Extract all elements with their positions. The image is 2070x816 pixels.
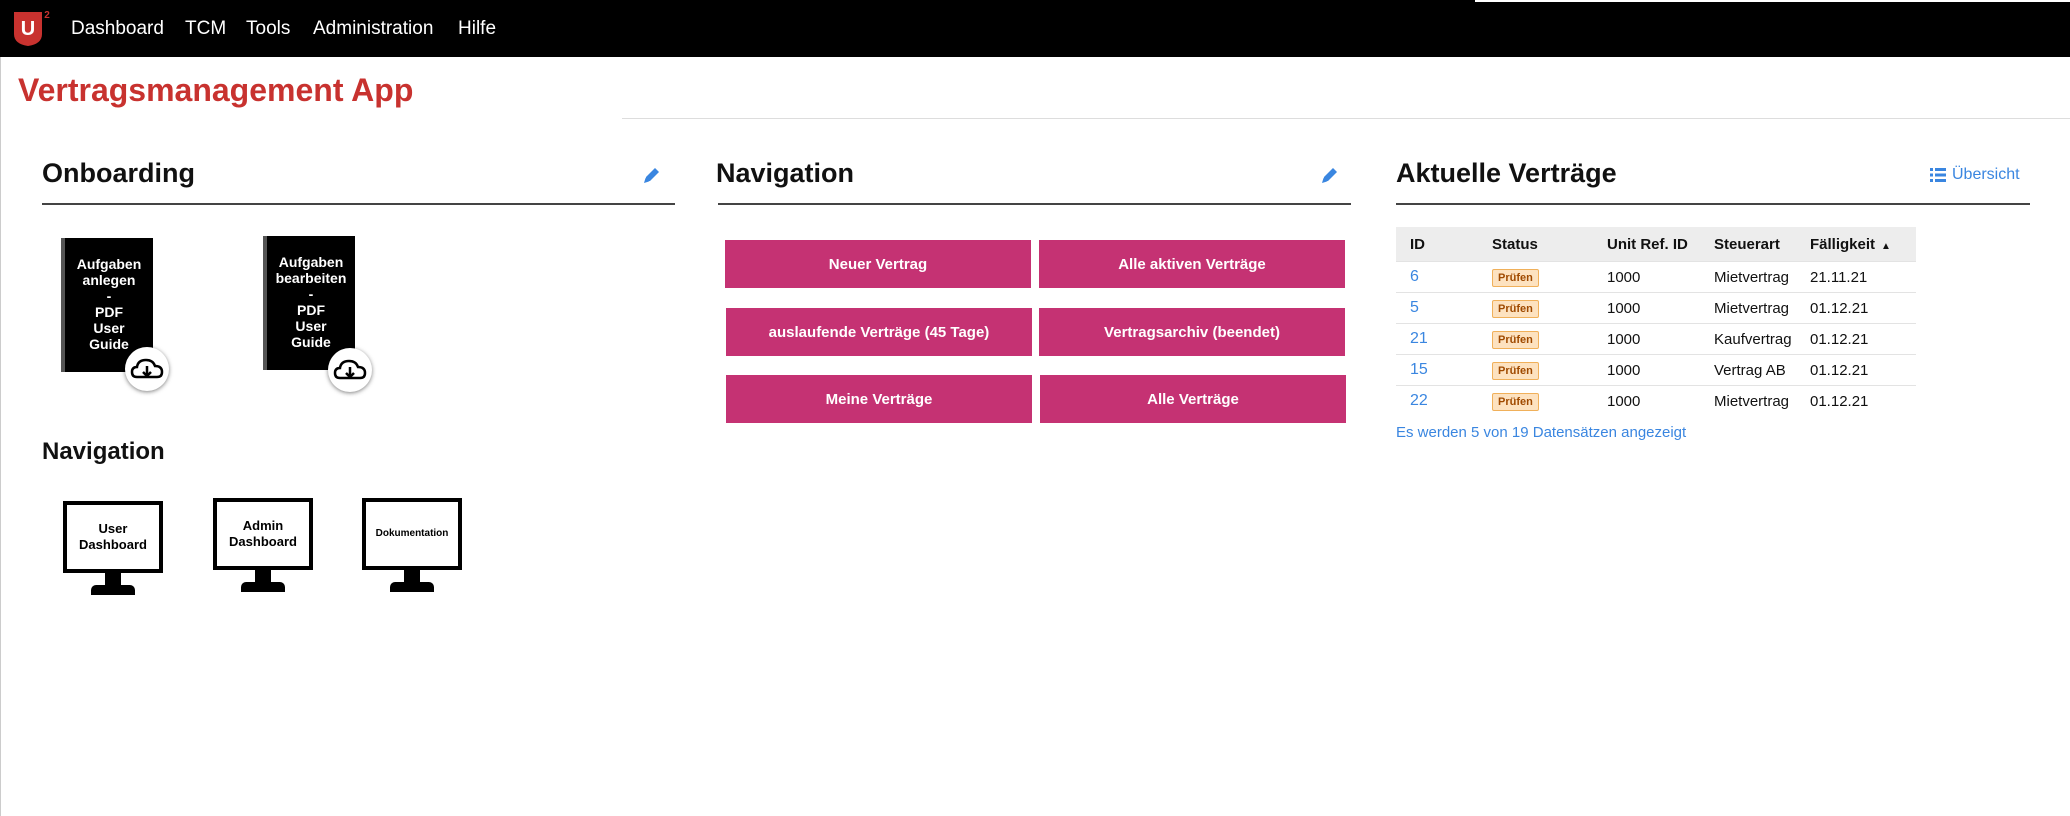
unit-ref-cell: 1000 xyxy=(1593,385,1700,416)
contract-id-link[interactable]: 22 xyxy=(1410,392,1428,409)
tax-type-cell: Mietvertrag xyxy=(1700,261,1796,293)
due-date-cell: 01.12.21 xyxy=(1796,354,1916,386)
col-id[interactable]: ID xyxy=(1396,227,1478,262)
col-unit-ref[interactable]: Unit Ref. ID xyxy=(1593,227,1700,262)
my-contracts-button[interactable]: Meine Verträge xyxy=(726,375,1032,423)
monitor-icon: User Dashboard xyxy=(63,501,163,573)
due-date-cell: 01.12.21 xyxy=(1796,385,1916,416)
pencil-icon[interactable] xyxy=(642,165,662,185)
page-title: Vertragsmanagement App xyxy=(18,72,414,108)
col-status[interactable]: Status xyxy=(1478,227,1593,262)
navigation-subtitle: Navigation xyxy=(42,438,165,465)
status-badge: Prüfen xyxy=(1492,268,1539,287)
user-dashboard-link[interactable]: User Dashboard xyxy=(63,501,163,597)
overview-label[interactable]: Übersicht xyxy=(1952,166,2020,184)
page-border xyxy=(0,57,1,816)
app-logo[interactable]: U 2 xyxy=(12,8,50,46)
table-row[interactable]: 5 Prüfen 1000 Mietvertrag 01.12.21 xyxy=(1396,292,1916,324)
onboarding-title: Onboarding xyxy=(42,158,195,188)
sort-asc-icon[interactable]: ▲ xyxy=(1881,241,1891,252)
status-badge: Prüfen xyxy=(1492,330,1539,349)
tax-type-cell: Mietvertrag xyxy=(1700,385,1796,416)
col-tax-type[interactable]: Steuerart xyxy=(1700,227,1796,262)
table-row[interactable]: 22 Prüfen 1000 Mietvertrag 01.12.21 xyxy=(1396,385,1916,416)
documentation-link[interactable]: Dokumentation xyxy=(362,498,462,594)
table-header-row: ID Status Unit Ref. ID Steuerart Fälligk… xyxy=(1396,227,1916,262)
navigation-title: Navigation xyxy=(716,158,855,188)
active-contracts-button[interactable]: Alle aktiven Verträge xyxy=(1039,240,1345,288)
svg-text:U: U xyxy=(21,18,35,40)
onboarding-divider xyxy=(42,203,675,205)
monitor-icon: Admin Dashboard xyxy=(213,498,313,570)
status-badge: Prüfen xyxy=(1492,392,1539,411)
navigation-divider xyxy=(718,203,1351,205)
nav-administration[interactable]: Administration xyxy=(313,18,433,40)
all-contracts-button[interactable]: Alle Verträge xyxy=(1040,375,1346,423)
cloud-download-icon[interactable] xyxy=(125,347,169,391)
unit-ref-cell: 1000 xyxy=(1593,292,1700,324)
admin-dashboard-link[interactable]: Admin Dashboard xyxy=(213,498,313,594)
navbar-edge xyxy=(1475,0,2070,2)
nav-tools[interactable]: Tools xyxy=(246,18,290,40)
monitor-icon: Dokumentation xyxy=(362,498,462,570)
status-badge: Prüfen xyxy=(1492,299,1539,318)
title-divider xyxy=(622,118,2070,119)
contracts-divider xyxy=(1396,203,2030,205)
expiring-contracts-button[interactable]: auslaufende Verträge (45 Tage) xyxy=(726,308,1032,356)
records-info: Es werden 5 von 19 Datensätzen angezeigt xyxy=(1396,424,1687,441)
table-row[interactable]: 15 Prüfen 1000 Vertrag AB 01.12.21 xyxy=(1396,354,1916,386)
svg-text:2: 2 xyxy=(44,10,50,21)
tax-type-cell: Kaufvertrag xyxy=(1700,323,1796,355)
top-navbar xyxy=(0,0,2070,57)
contract-archive-button[interactable]: Vertragsarchiv (beendet) xyxy=(1039,308,1345,356)
table-row[interactable]: 6 Prüfen 1000 Mietvertrag 21.11.21 xyxy=(1396,261,1916,293)
nav-tcm[interactable]: TCM xyxy=(185,18,226,40)
contract-id-link[interactable]: 5 xyxy=(1410,299,1419,316)
contract-id-link[interactable]: 15 xyxy=(1410,361,1428,378)
unit-ref-cell: 1000 xyxy=(1593,354,1700,386)
col-due-date[interactable]: Fälligkeit ▲ xyxy=(1796,227,1916,262)
due-date-cell: 01.12.21 xyxy=(1796,292,1916,324)
due-date-cell: 01.12.21 xyxy=(1796,323,1916,355)
contract-id-link[interactable]: 21 xyxy=(1410,330,1428,347)
tax-type-cell: Vertrag AB xyxy=(1700,354,1796,386)
contracts-table: ID Status Unit Ref. ID Steuerart Fälligk… xyxy=(1396,227,1916,416)
due-date-cell: 21.11.21 xyxy=(1796,261,1916,293)
tax-type-cell: Mietvertrag xyxy=(1700,292,1796,324)
unit-ref-cell: 1000 xyxy=(1593,323,1700,355)
pencil-icon[interactable] xyxy=(1320,165,1340,185)
overview-link[interactable]: Übersicht xyxy=(1930,166,2020,184)
status-badge: Prüfen xyxy=(1492,361,1539,380)
table-row[interactable]: 21 Prüfen 1000 Kaufvertrag 01.12.21 xyxy=(1396,323,1916,355)
new-contract-button[interactable]: Neuer Vertrag xyxy=(725,240,1031,288)
nav-hilfe[interactable]: Hilfe xyxy=(458,18,496,40)
unit-ref-cell: 1000 xyxy=(1593,261,1700,293)
contract-id-link[interactable]: 6 xyxy=(1410,268,1419,285)
list-icon xyxy=(1930,168,1946,182)
nav-dashboard[interactable]: Dashboard xyxy=(71,18,164,40)
cloud-download-icon[interactable] xyxy=(328,348,372,392)
contracts-title: Aktuelle Verträge xyxy=(1396,158,1617,188)
